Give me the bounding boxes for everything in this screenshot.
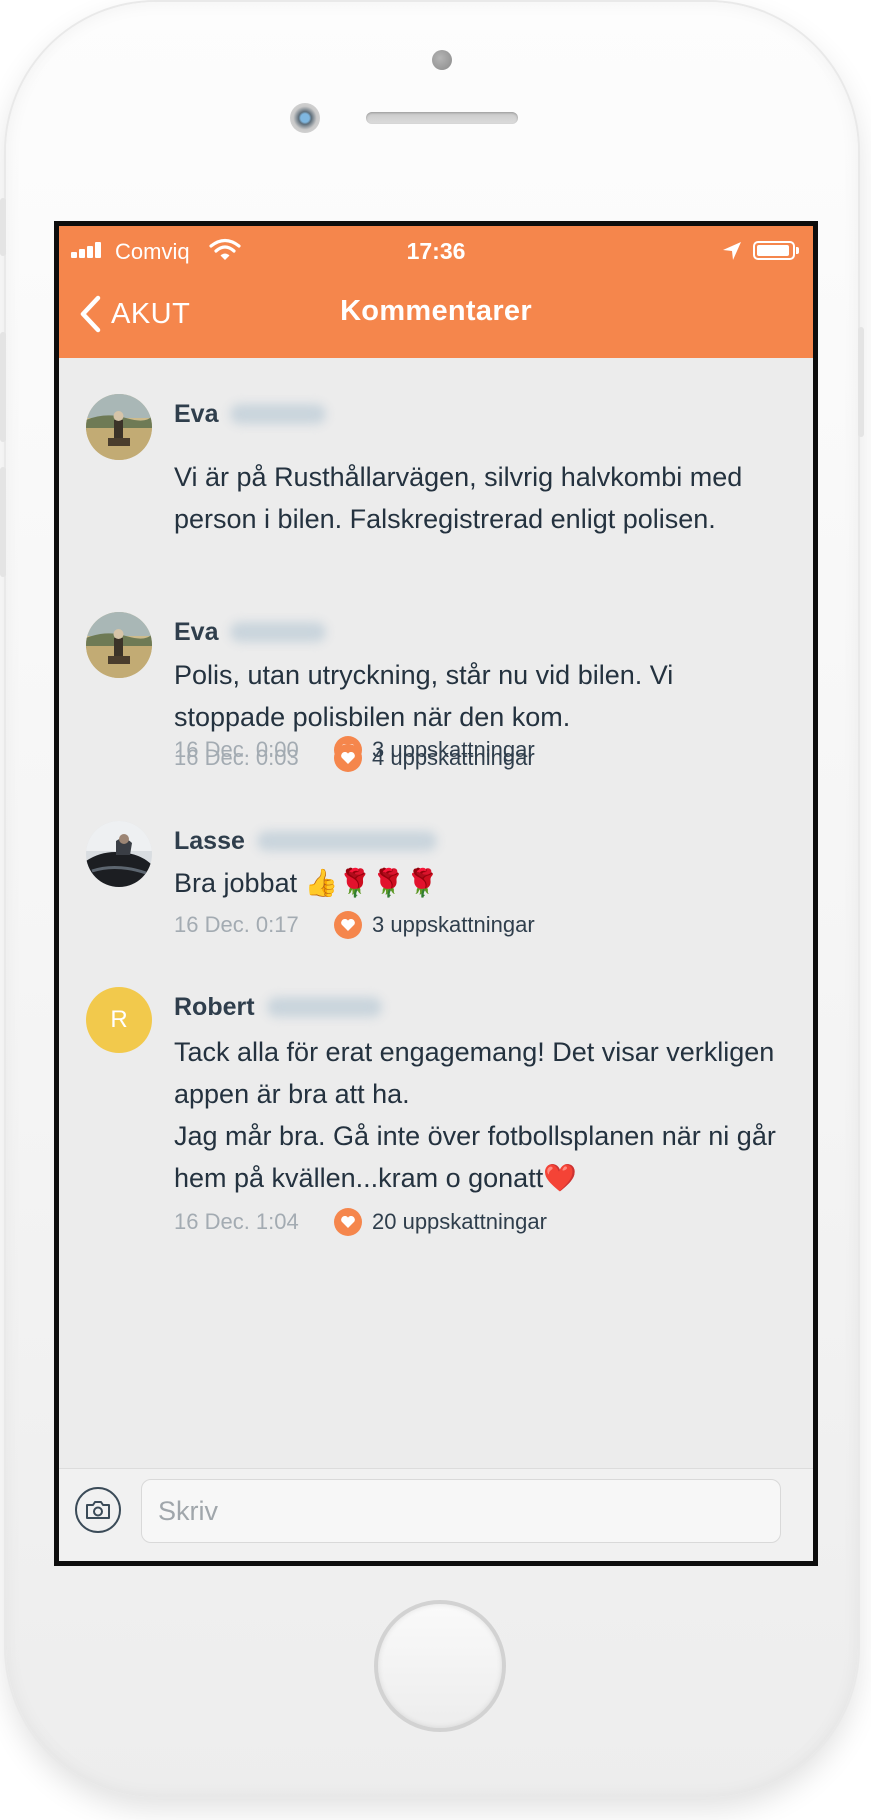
comment-author: Robert [174,989,382,1025]
like-count: 20 uppskattningar [372,1209,547,1234]
avatar[interactable]: R [86,987,152,1053]
comment-text: Bra jobbat 👍🌹🌹🌹 [174,868,440,898]
comment-text: Vi är på Rusthållarvägen, silvrig halvko… [174,462,743,534]
phone-screen: Comviq 17:36 AKUT Kommentarer Eva Vi är … [54,221,818,1566]
comment-input[interactable] [141,1479,781,1543]
like-button[interactable]: 4 uppskattningar [334,744,535,772]
comment-meta: 16 Dec. 0:17 3 uppskattningar [174,909,535,941]
comment-author: Eva [174,614,327,650]
comment-composer [59,1468,813,1561]
blurred-surname [256,831,437,851]
comment-meta: 16 Dec. 1:04 20 uppskattningar [174,1206,547,1238]
like-button[interactable]: 20 uppskattningar [334,1208,547,1236]
blurred-surname [230,622,327,642]
camera-icon [86,1501,110,1519]
heart-icon [334,1208,362,1236]
home-button[interactable] [374,1600,506,1732]
battery-fill [757,245,790,256]
comment-date: 16 Dec. 1:04 [174,1209,299,1234]
comment-text: Polis, utan utryckning, står nu vid bile… [174,660,674,732]
status-bar: Comviq 17:36 [59,226,813,276]
photo-rider-icon[interactable] [86,612,152,678]
heart-icon [334,911,362,939]
comment-meta: 16 Dec. 0:03 4 uppskattningar [174,742,535,774]
proximity-sensor [432,50,452,70]
status-time: 17:36 [406,238,466,264]
like-count: 3 uppskattningar [372,912,535,937]
front-camera [290,103,320,133]
comment-text: Tack alla för erat engagemang! Det visar… [174,1037,776,1193]
photo-rider-icon[interactable] [86,394,152,460]
camera-button[interactable] [75,1487,121,1533]
blurred-surname [266,997,382,1017]
blurred-surname [230,404,327,424]
battery-icon [753,241,799,260]
power-button [858,327,864,437]
avatar-letter: R [110,1006,128,1033]
comment-date: 16 Dec. 0:03 [174,745,299,770]
top-bar: Comviq 17:36 AKUT Kommentarer [59,226,813,358]
comment-author: Eva [174,396,327,432]
volume-up-button [0,332,6,442]
like-count: 4 uppskattningar [372,745,535,770]
photo-car-icon[interactable] [86,821,152,887]
location-arrow-icon [723,242,741,260]
comment-author: Lasse [174,823,437,859]
comment-date: 16 Dec. 0:17 [174,912,299,937]
heart-icon [334,744,362,772]
mute-switch [0,198,6,256]
like-button[interactable]: 3 uppskattningar [334,911,535,939]
volume-down-button [0,467,6,577]
page-title: Kommentarer [340,295,532,327]
earpiece-speaker [366,112,518,124]
